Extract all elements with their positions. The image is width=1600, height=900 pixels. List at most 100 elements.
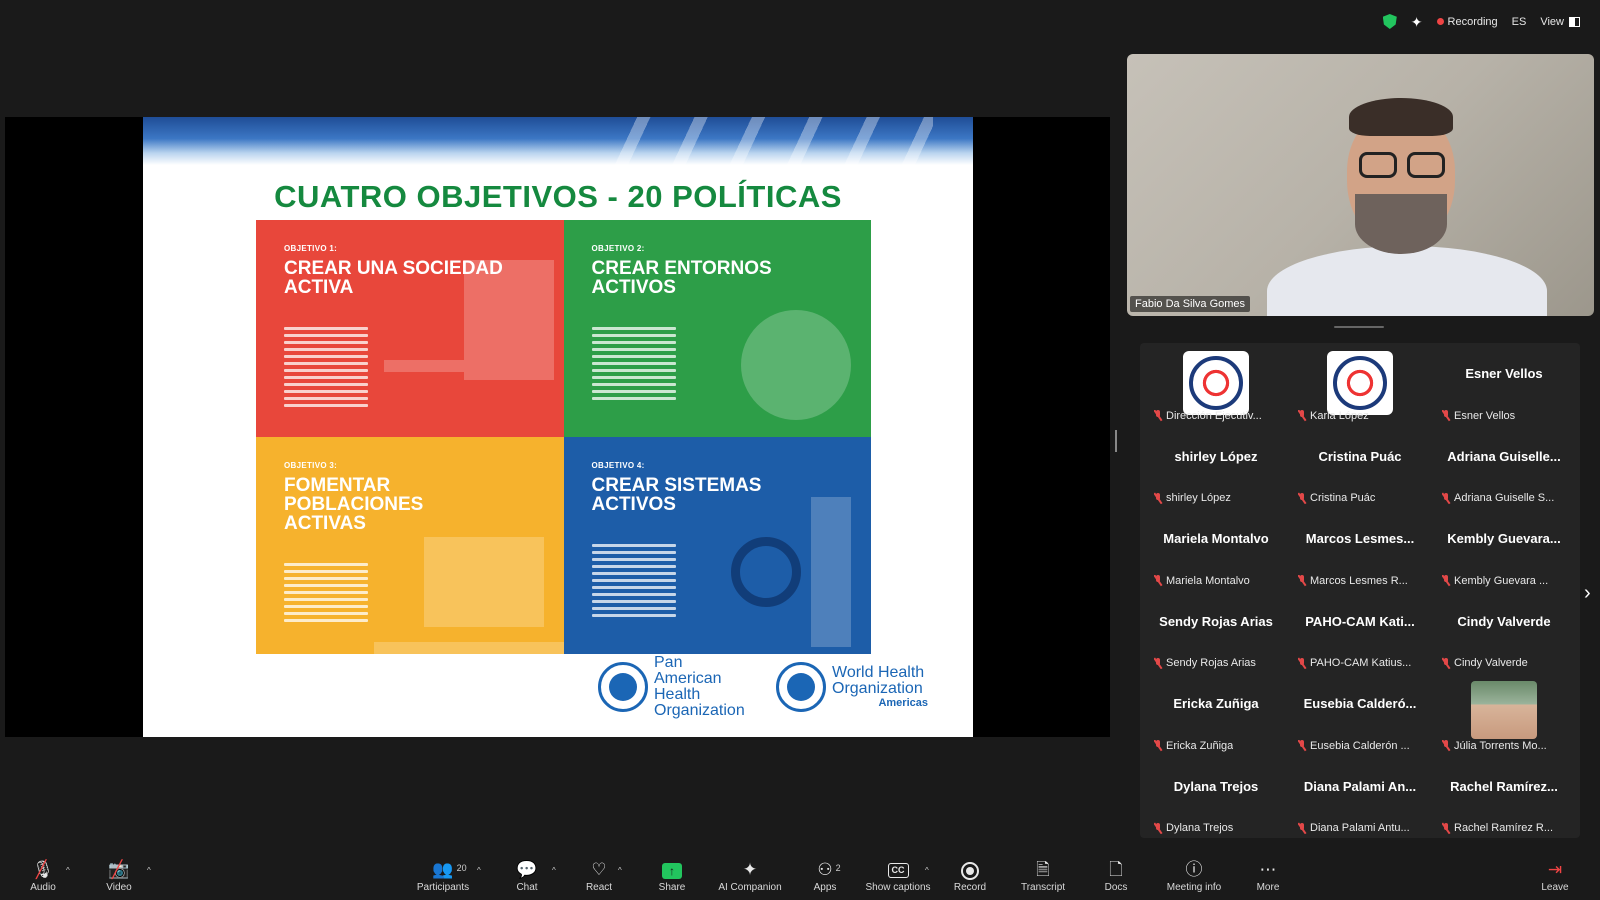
participant-tile[interactable]: Rachel Ramírez... Rachel Ramírez R... (1432, 756, 1576, 839)
objective-2-heading: CREAR ENTORNOS ACTIVOS (591, 258, 772, 298)
react-caret-icon[interactable]: ^ (618, 866, 622, 875)
participant-name-label: Dylana Trejos (1154, 822, 1233, 834)
participant-name-label: Dirección Ejecutiv... (1154, 410, 1262, 422)
document-icon: 🗋 (1109, 860, 1123, 879)
transcript-label: Transcript (1020, 882, 1066, 893)
docs-button[interactable]: 🗋 Docs (1081, 860, 1151, 893)
objective-4-label: OBJETIVO 4: (591, 461, 645, 470)
video-off-icon: 📷 ╱ (108, 860, 130, 879)
participant-display-name: shirley López (1174, 448, 1258, 464)
objective-2-body-text (591, 327, 676, 400)
speaker-shirt (1267, 246, 1547, 316)
participant-name-label: Rachel Ramírez R... (1442, 822, 1553, 834)
apps-button[interactable]: ⚇ 2 Apps (790, 860, 860, 893)
participant-name-label: Cindy Valverde (1442, 657, 1528, 669)
video-label: Video (106, 882, 132, 893)
participant-tile[interactable]: Esner Vellos Esner Vellos (1432, 343, 1576, 426)
participant-tile[interactable]: Diana Palami An... Diana Palami Antu... (1288, 756, 1432, 839)
transcript-icon: 🗎 (1036, 860, 1050, 879)
view-button[interactable]: View (1540, 16, 1580, 28)
participant-display-name: PAHO-CAM Kati... (1305, 613, 1415, 629)
react-button[interactable]: ♡ React (564, 860, 634, 893)
audio-options-caret-icon[interactable]: ^ (66, 866, 70, 875)
active-speaker-video[interactable]: Fabio Da Silva Gomes (1127, 54, 1594, 316)
participant-tile[interactable]: Mariela Montalvo Mariela Montalvo (1144, 508, 1288, 591)
more-button[interactable]: ⋯ More (1233, 860, 1303, 893)
participant-name-text: shirley López (1166, 492, 1231, 504)
video-drag-handle[interactable] (1334, 326, 1384, 328)
participant-tile[interactable]: Dylana Trejos Dylana Trejos (1144, 756, 1288, 839)
participants-button[interactable]: 👥 20 Participants (403, 860, 483, 893)
show-captions-button[interactable]: CC Show captions (858, 860, 938, 893)
participant-name-label: Júlia Torrents Mo... (1442, 740, 1547, 752)
chat-label: Chat (516, 882, 538, 893)
participant-name-label: Karla López (1298, 410, 1369, 422)
video-button[interactable]: 📷 ╱ Video (84, 860, 154, 893)
paho-name: Pan American Health Organization (654, 654, 745, 719)
participant-tile[interactable]: Júlia Torrents Mo... (1432, 673, 1576, 756)
participant-tile[interactable]: Dirección Ejecutiv... (1144, 343, 1288, 426)
captions-caret-icon[interactable]: ^ (925, 866, 929, 875)
participant-tile[interactable]: Cindy Valverde Cindy Valverde (1432, 591, 1576, 674)
mic-muted-icon (1154, 657, 1162, 669)
participant-tile[interactable]: Eusebia Calderó... Eusebia Calderón ... (1288, 673, 1432, 756)
mic-muted-icon (1154, 492, 1162, 504)
gallery-next-page-icon[interactable]: › (1584, 582, 1591, 605)
panel-resize-handle[interactable] (1115, 430, 1117, 452)
more-dots-icon: ⋯ (1259, 860, 1277, 879)
mic-muted-icon (1298, 575, 1306, 586)
apps-icon: ⚇ 2 (817, 860, 841, 879)
slide-header-band (143, 117, 973, 165)
more-label: More (1256, 882, 1280, 893)
participant-photo-avatar (1471, 681, 1537, 739)
participant-tile[interactable]: Marcos Lesmes... Marcos Lesmes R... (1288, 508, 1432, 591)
participant-tile[interactable]: shirley López shirley López (1144, 426, 1288, 509)
participant-tile[interactable]: Karla López (1288, 343, 1432, 426)
meeting-info-button[interactable]: ⓘ Meeting info (1154, 860, 1234, 893)
participant-display-name: Cristina Puác (1318, 448, 1402, 464)
participant-tile[interactable]: Sendy Rojas Arias Sendy Rojas Arias (1144, 591, 1288, 674)
participant-name-text: Cindy Valverde (1454, 657, 1528, 669)
chat-button[interactable]: 💬 Chat (492, 860, 562, 893)
apps-count: 2 (835, 863, 841, 873)
audio-label: Audio (30, 882, 56, 893)
participant-name-label: Cristina Puác (1298, 492, 1375, 504)
participant-name-text: Eusebia Calderón ... (1310, 739, 1410, 752)
audio-button[interactable]: 🎙 ╱ Audio (8, 860, 78, 893)
recording-indicator[interactable]: Recording (1436, 15, 1498, 28)
participant-tile[interactable]: Cristina Puác Cristina Puác (1288, 426, 1432, 509)
share-label: Share (658, 882, 686, 893)
participant-name-label: Kembly Guevara ... (1442, 575, 1548, 587)
chat-caret-icon[interactable]: ^ (552, 866, 556, 875)
ai-companion-button[interactable]: ✦ AI Companion (710, 860, 790, 893)
participants-count: 20 (456, 863, 467, 873)
mic-muted-icon (1154, 822, 1162, 834)
participant-tile[interactable]: Ericka Zuñiga Ericka Zuñiga (1144, 673, 1288, 756)
meeting-info-label: Meeting info (1166, 882, 1222, 893)
mic-muted-icon (1154, 740, 1162, 751)
participant-tile[interactable]: PAHO-CAM Kati... PAHO-CAM Katius... (1288, 591, 1432, 674)
mic-muted-icon (1298, 492, 1306, 504)
participant-tile[interactable]: Adriana Guiselle... Adriana Guiselle S... (1432, 426, 1576, 509)
security-shield-icon[interactable] (1382, 14, 1397, 29)
record-label: Record (953, 882, 987, 893)
participant-display-name: Cindy Valverde (1457, 613, 1551, 629)
participant-display-name: Dylana Trejos (1173, 778, 1259, 794)
participant-gallery: Dirección Ejecutiv... Karla López Esner Ve… (1140, 343, 1580, 838)
speaker-glasses (1359, 152, 1445, 178)
transcript-button[interactable]: 🗎 Transcript (1008, 860, 1078, 893)
share-button[interactable]: ↑ Share (637, 860, 707, 893)
participant-display-name: Rachel Ramírez... (1450, 778, 1558, 794)
ai-sparkle-icon[interactable]: ✦ (1411, 15, 1423, 29)
participant-tile[interactable]: Kembly Guevara... Kembly Guevara ... (1432, 508, 1576, 591)
participant-display-name: Adriana Guiselle... (1447, 448, 1561, 464)
leave-button[interactable]: ⇥ Leave (1520, 860, 1590, 893)
record-button[interactable]: Record (935, 860, 1005, 893)
participant-display-name: Ericka Zuñiga (1173, 696, 1259, 711)
participants-caret-icon[interactable]: ^ (477, 866, 481, 875)
recording-label: Recording (1447, 15, 1498, 28)
children-playing-illustration (423, 537, 544, 627)
language-indicator[interactable]: ES (1512, 16, 1527, 28)
video-options-caret-icon[interactable]: ^ (147, 866, 151, 875)
participant-name-text: Júlia Torrents Mo... (1454, 739, 1547, 752)
